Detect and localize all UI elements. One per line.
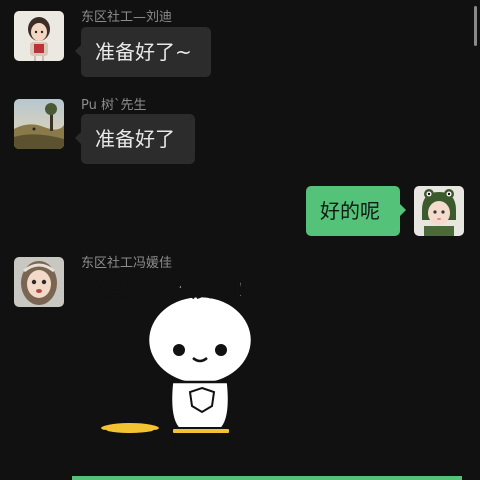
avatar-image-girl-portrait [14, 257, 64, 307]
avatar[interactable] [14, 11, 64, 61]
avatar[interactable] [14, 99, 64, 149]
sender-name: 东区社工—刘迪 [81, 10, 173, 25]
avatar-image-frog-hat [414, 186, 464, 236]
chat-window: 东区社工—刘迪 准备好了~ Pu 树`先生 准备好了 好的呢 东区社工冯媛佳 准… [0, 0, 480, 480]
sender-name: 东区社工冯媛佳 [81, 256, 173, 271]
scrollbar[interactable] [474, 6, 477, 46]
avatar[interactable] [14, 257, 64, 307]
message-bubble-outgoing[interactable]: 好的呢 [306, 186, 406, 236]
avatar-image-landscape [14, 99, 64, 149]
next-message-bubble-edge [72, 476, 462, 480]
avatar-image-girl [14, 11, 64, 61]
message-bubble[interactable]: 准备好了 [75, 114, 195, 164]
sticker-caption: 准备好小板凳啦！ [95, 279, 257, 302]
message-bubble[interactable]: 准备好了~ [75, 27, 211, 77]
sender-name: Pu 树`先生 [81, 98, 147, 113]
avatar-self[interactable] [414, 186, 464, 236]
